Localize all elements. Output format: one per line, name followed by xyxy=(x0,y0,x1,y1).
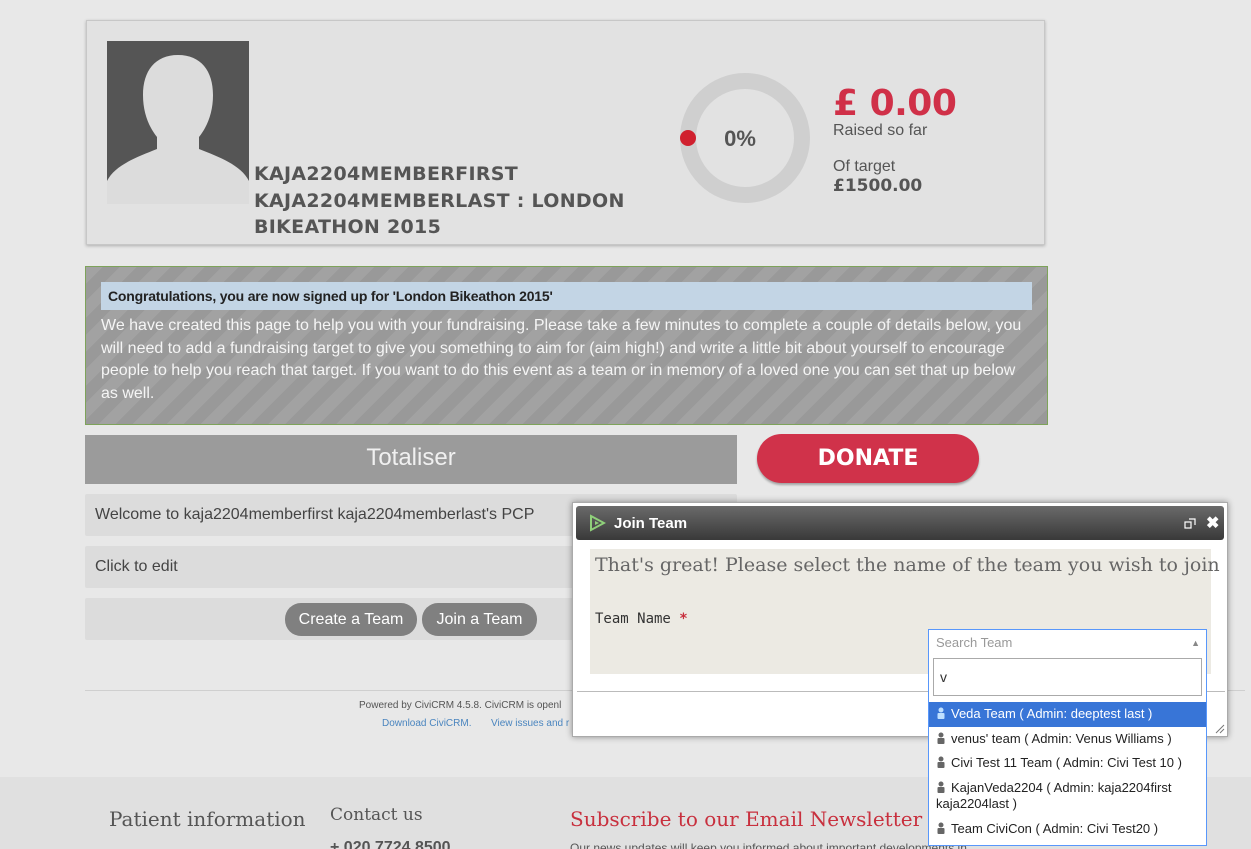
message-body: We have created this page to help you wi… xyxy=(101,317,1022,402)
title-line-1: KAJA2204MEMBERFIRST xyxy=(254,163,518,185)
resize-handle-icon[interactable] xyxy=(1215,724,1225,734)
team-search-input[interactable] xyxy=(933,658,1202,696)
footer-subscribe-text: Our news updates will keep you informed … xyxy=(570,841,967,849)
join-team-button[interactable]: Join a Team xyxy=(422,603,537,636)
team-result-item[interactable]: KajanVeda2204 ( Admin: kaja2204first kaj… xyxy=(929,776,1206,817)
team-result-label: venus' team ( Admin: Venus Williams ) xyxy=(951,730,1172,746)
page-title: KAJA2204MEMBERFIRST KAJA2204MEMBERLAST :… xyxy=(254,161,634,241)
download-civicrm-link[interactable]: Download CiviCRM. xyxy=(382,718,471,729)
status-message: Congratulations, you are now signed up f… xyxy=(85,266,1048,425)
donate-button[interactable]: DONATE xyxy=(757,434,979,483)
team-person-icon xyxy=(937,707,945,719)
view-issues-link[interactable]: View issues and r xyxy=(491,718,569,729)
progress-marker xyxy=(680,130,696,146)
chevron-up-icon[interactable]: ▲ xyxy=(1191,630,1200,656)
dialog-heading: That's great! Please select the name of … xyxy=(595,554,1220,576)
team-select[interactable]: Search Team ▲ xyxy=(928,629,1207,657)
team-dropdown: Veda Team ( Admin: deeptest last ) venus'… xyxy=(928,656,1207,846)
dialog-titlebar[interactable]: Join Team ✖ xyxy=(576,506,1224,540)
restore-window-icon[interactable] xyxy=(1184,518,1196,530)
totaliser-tab[interactable]: Totaliser xyxy=(85,435,737,484)
team-select-placeholder: Search Team xyxy=(936,635,1013,650)
target-label: Of target xyxy=(833,158,896,175)
powered-by-text: Powered by CiviCRM 4.5.8. CiviCRM is ope… xyxy=(359,700,562,711)
raised-label: Raised so far xyxy=(833,122,928,139)
profile-card: KAJA2204MEMBERFIRST KAJA2204MEMBERLAST :… xyxy=(86,20,1045,245)
team-result-label: Team CiviCon ( Admin: Civi Test20 ) xyxy=(951,820,1159,836)
team-name-label: Team Name * xyxy=(595,611,688,627)
team-person-icon xyxy=(937,732,945,744)
title-line-3: BIKEATHON 2015 xyxy=(254,216,442,238)
message-heading: Congratulations, you are now signed up f… xyxy=(101,282,1032,310)
avatar xyxy=(107,41,249,204)
team-person-icon xyxy=(937,822,945,834)
team-result-item[interactable]: venus' team ( Admin: Venus Williams ) xyxy=(929,727,1206,752)
footer-phone: + 020 7724 8500 xyxy=(330,839,451,849)
create-team-button[interactable]: Create a Team xyxy=(285,603,417,636)
play-triangle-icon xyxy=(590,514,606,532)
title-line-2: KAJA2204MEMBERLAST : LONDON xyxy=(254,189,625,212)
team-result-item[interactable]: Civi Test 11 Team ( Admin: Civi Test 10 … xyxy=(929,751,1206,776)
footer-patient-heading[interactable]: Patient information xyxy=(109,807,306,831)
team-result-item[interactable]: Team CiviCon ( Admin: Civi Test20 ) xyxy=(929,817,1206,842)
team-person-icon xyxy=(937,781,945,793)
dialog-title: Join Team xyxy=(614,515,688,532)
team-result-label: KajanVeda2204 ( Admin: kaja2204first kaj… xyxy=(936,779,1172,812)
close-icon[interactable]: ✖ xyxy=(1206,513,1219,533)
team-results-list: Veda Team ( Admin: deeptest last ) venus'… xyxy=(929,702,1206,841)
team-result-label: Veda Team ( Admin: deeptest last ) xyxy=(951,706,1153,721)
team-person-icon xyxy=(937,756,945,768)
progress-percent: 0% xyxy=(724,126,756,151)
footer-contact-heading[interactable]: Contact us xyxy=(330,805,423,825)
avatar-silhouette-icon xyxy=(107,41,249,204)
team-result-item[interactable]: Veda Team ( Admin: deeptest last ) xyxy=(929,702,1206,727)
required-marker: * xyxy=(679,611,688,627)
team-result-label: Civi Test 11 Team ( Admin: Civi Test 10 … xyxy=(951,755,1182,770)
team-name-label-text: Team Name xyxy=(595,611,671,627)
raised-amount: £ 0.00 xyxy=(833,83,957,124)
target-value: £1500.00 xyxy=(833,176,923,196)
footer-subscribe-heading: Subscribe to our Email Newsletter xyxy=(570,807,923,831)
